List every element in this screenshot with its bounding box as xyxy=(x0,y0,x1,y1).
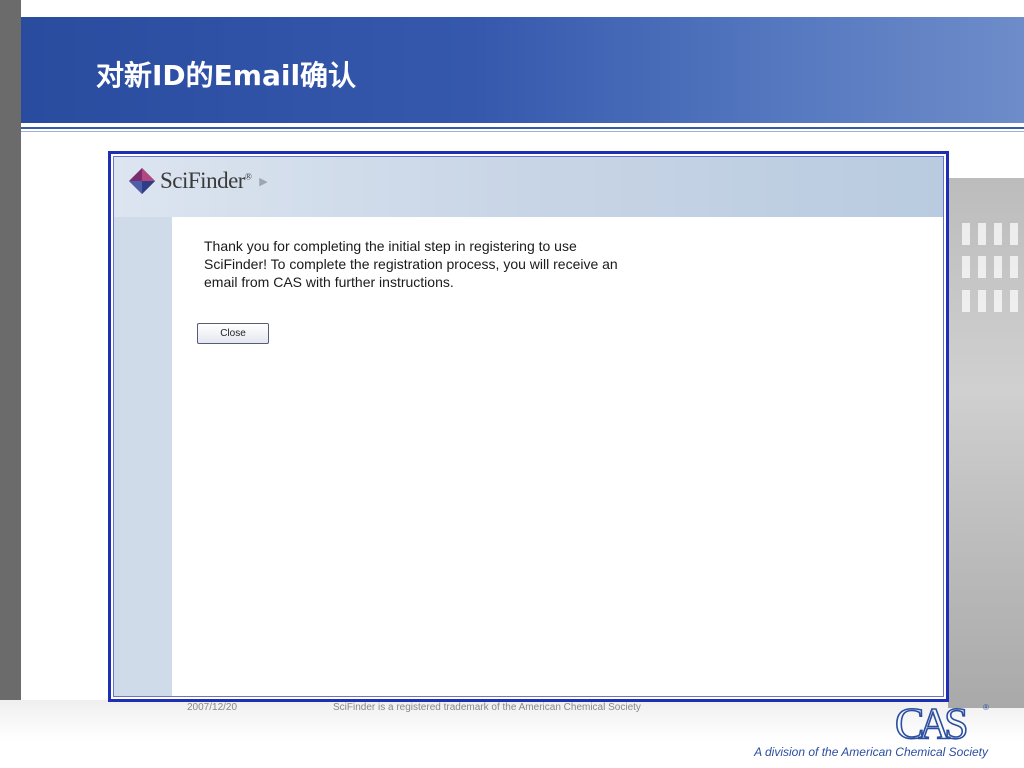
cas-logo-letters: CAS xyxy=(895,700,966,742)
logo-reg-mark: ® xyxy=(244,171,252,182)
footer-date: 2007/12/20 xyxy=(187,702,238,713)
confirmation-message: Thank you for completing the initial ste… xyxy=(204,238,618,290)
footer-strip: 2007/12/20 SciFinder is a registered tra… xyxy=(95,701,815,713)
title-rule xyxy=(21,127,1024,129)
cas-logo-reg-mark: ® xyxy=(983,703,989,712)
logo-wordmark: SciFinder xyxy=(160,168,245,193)
slide-title: 对新ID的Email确认 xyxy=(96,59,357,92)
scifinder-logo: SciFinder® ▶ xyxy=(128,167,268,195)
company-tagline: A division of the American Chemical Soci… xyxy=(754,745,988,759)
scifinder-logo-text: SciFinder® xyxy=(160,168,252,194)
scifinder-window: SciFinder® ▶ Thank you for completing th… xyxy=(113,156,944,697)
footer-trademark: SciFinder is a registered trademark of t… xyxy=(333,702,641,713)
embedded-screenshot: SciFinder® ▶ Thank you for completing th… xyxy=(108,151,949,702)
arrow-right-icon: ▶ xyxy=(259,175,268,188)
scifinder-logo-icon xyxy=(128,167,156,195)
scifinder-content: Thank you for completing the initial ste… xyxy=(172,217,943,696)
cas-logo-icon: CAS ® xyxy=(893,698,993,749)
close-button[interactable]: Close xyxy=(197,323,269,344)
scifinder-left-panel xyxy=(114,217,172,696)
title-rule-thin xyxy=(21,131,1024,132)
left-decor-bar xyxy=(0,0,21,768)
background-building-photo xyxy=(948,178,1024,708)
scifinder-header: SciFinder® ▶ xyxy=(114,157,943,217)
